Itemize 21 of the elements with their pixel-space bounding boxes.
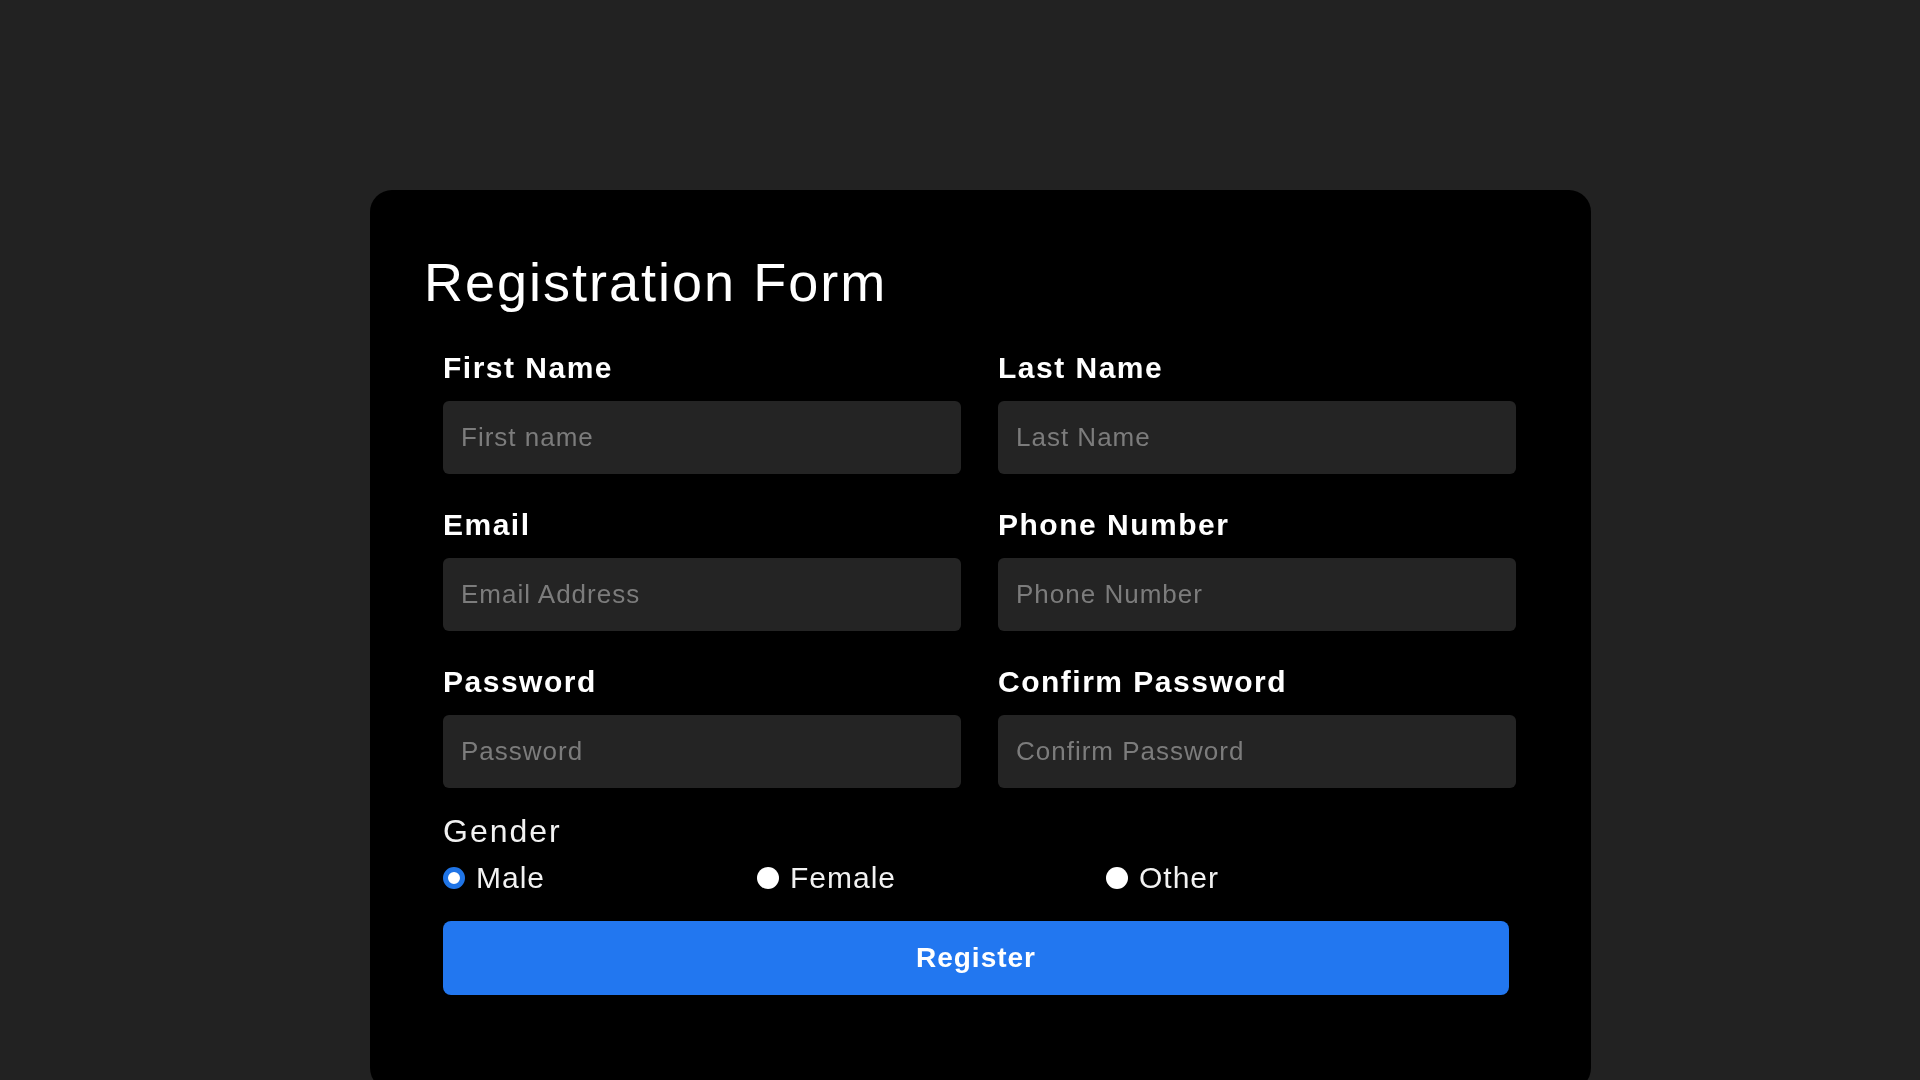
input-field[interactable]: Email Address bbox=[443, 558, 961, 631]
radio-button[interactable] bbox=[443, 867, 465, 889]
radio-button[interactable] bbox=[1106, 867, 1128, 889]
field-label: Confirm Password bbox=[998, 665, 1288, 699]
field-label: Phone Number bbox=[998, 508, 1230, 542]
form-title: Registration Form bbox=[424, 252, 888, 312]
input-field[interactable]: First name bbox=[443, 401, 961, 474]
option-label: Other bbox=[1139, 861, 1220, 895]
option-label: Male bbox=[476, 861, 546, 895]
input-field[interactable]: Confirm Password bbox=[998, 715, 1516, 788]
field-label: Email bbox=[443, 508, 531, 542]
input-field[interactable]: Password bbox=[443, 715, 961, 788]
input-field[interactable]: Last Name bbox=[998, 401, 1516, 474]
field-label: First Name bbox=[443, 351, 614, 385]
register-button[interactable]: Register bbox=[443, 921, 1509, 995]
field-label: Last Name bbox=[998, 351, 1164, 385]
field-label: Password bbox=[443, 665, 597, 699]
option-label: Female bbox=[790, 861, 897, 895]
gender-label: Gender bbox=[443, 814, 562, 848]
input-field[interactable]: Phone Number bbox=[998, 558, 1516, 631]
radio-button[interactable] bbox=[757, 867, 779, 889]
